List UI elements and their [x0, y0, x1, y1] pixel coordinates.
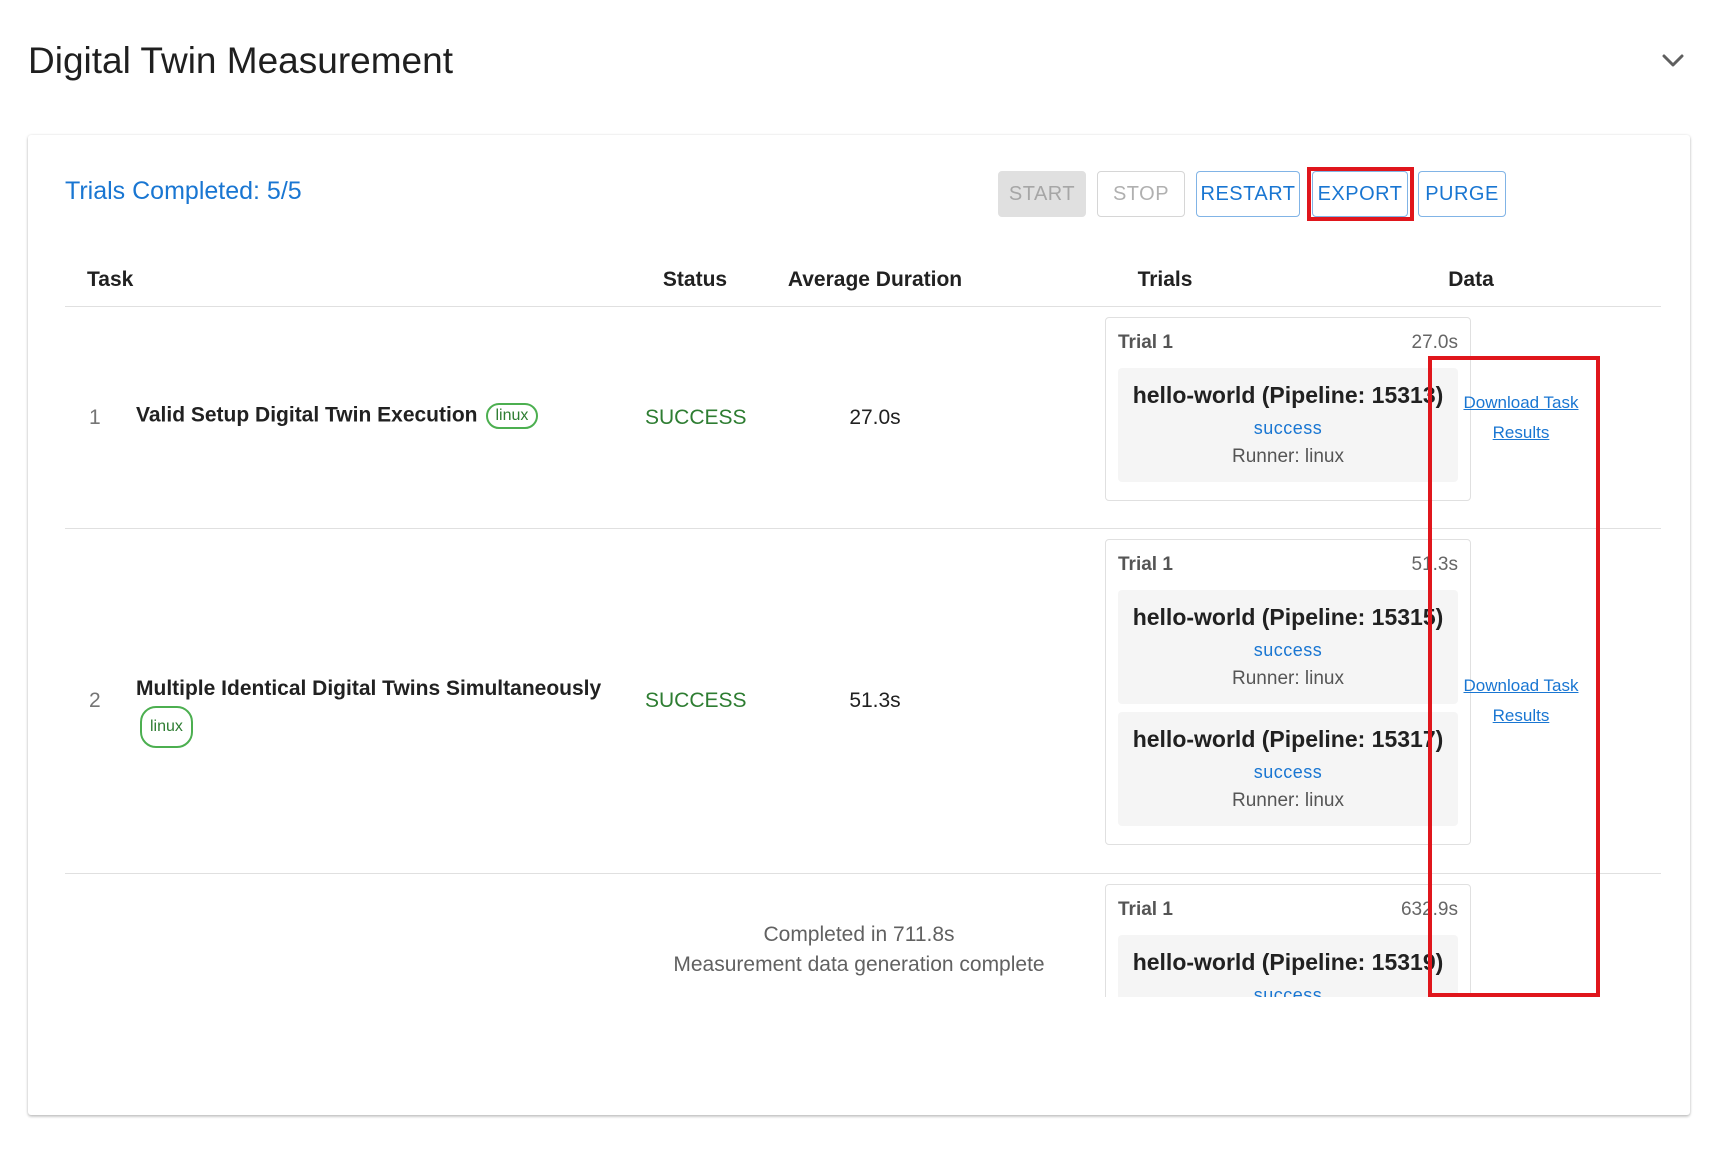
average-duration: 27.0s: [849, 406, 901, 429]
status-badge: SUCCESS: [645, 689, 747, 712]
trial-card: Trial 1 51.3s hello-world (Pipeline: 153…: [1105, 539, 1471, 845]
download-link-line1: Download Task: [1463, 676, 1579, 695]
row-index: 2: [89, 689, 101, 712]
stop-button[interactable]: STOP: [1097, 171, 1185, 217]
table-row: 1 Valid Setup Digital Twin Execution linu…: [65, 307, 1661, 529]
page-header: Digital Twin Measurement: [28, 38, 1688, 88]
row-index: 1: [89, 406, 101, 429]
trial-label: Trial 1: [1118, 554, 1173, 575]
pipeline-item: hello-world (Pipeline: 15313) success Ru…: [1118, 368, 1458, 482]
measurement-card: Trials Completed: 5/5 START STOP RESTART…: [28, 135, 1690, 1115]
completion-message: Measurement data generation complete: [673, 953, 1045, 976]
download-link-line1: Download Task: [1463, 393, 1579, 412]
pipeline-runner: Runner: linux: [1232, 668, 1344, 689]
pipeline-title: hello-world (Pipeline: 15313): [1132, 382, 1444, 408]
start-button[interactable]: START: [998, 171, 1086, 217]
pipeline-status: success: [1253, 985, 1323, 997]
download-link-line2: Results: [1492, 706, 1550, 725]
page-title: Digital Twin Measurement: [28, 40, 453, 81]
chevron-down-icon: [1662, 54, 1684, 67]
column-trials: Trials: [1137, 268, 1193, 291]
pipeline-status: success: [1253, 762, 1323, 782]
collapse-toggle[interactable]: [1658, 46, 1688, 76]
completed-time: Completed in 711.8s: [763, 923, 955, 946]
download-task-results-link[interactable]: Download Task Results: [1431, 388, 1611, 448]
runner-chip: linux: [140, 706, 193, 748]
purge-button[interactable]: PURGE: [1418, 171, 1506, 217]
trial-duration: 51.3s: [1411, 554, 1458, 575]
restart-button[interactable]: RESTART: [1196, 171, 1300, 217]
trial-header: Trial 1 51.3s: [1118, 554, 1458, 576]
average-duration: 51.3s: [849, 689, 901, 712]
status-badge: SUCCESS: [645, 406, 747, 429]
task-name-text: Valid Setup Digital Twin Execution: [136, 403, 478, 427]
runner-chip: linux: [485, 403, 539, 429]
download-link-line2: Results: [1492, 423, 1550, 442]
table-row: 2 Multiple Identical Digital Twins Simul…: [65, 529, 1661, 874]
trials-completed: Trials Completed: 5/5: [65, 177, 302, 205]
task-name: Multiple Identical Digital Twins Simulta…: [136, 672, 636, 748]
task-table-body[interactable]: 1 Valid Setup Digital Twin Execution linu…: [65, 307, 1661, 997]
table-header: Task Status Average Duration Trials Data: [65, 255, 1661, 307]
task-name-text: Multiple Identical Digital Twins Simulta…: [136, 677, 602, 700]
export-button[interactable]: EXPORT: [1312, 171, 1408, 217]
trial-card: Trial 1 27.0s hello-world (Pipeline: 153…: [1105, 317, 1471, 501]
column-status: Status: [662, 268, 728, 291]
pipeline-title: hello-world (Pipeline: 15317): [1132, 726, 1444, 752]
pipeline-runner: Runner: linux: [1232, 446, 1344, 467]
trial-header: Trial 1 27.0s: [1118, 332, 1458, 354]
task-name: Valid Setup Digital Twin Execution linux: [136, 403, 539, 429]
trial-duration: 632.9s: [1400, 899, 1458, 920]
pipeline-status: success: [1253, 640, 1323, 660]
trial-header: Trial 1 632.9s: [1118, 899, 1458, 921]
pipeline-status: success: [1253, 418, 1323, 438]
trial-duration: 27.0s: [1411, 332, 1458, 353]
pipeline-item: hello-world (Pipeline: 15317) success Ru…: [1118, 712, 1458, 826]
column-data: Data: [1448, 268, 1494, 291]
trial-label: Trial 1: [1118, 899, 1173, 920]
pipeline-title: hello-world (Pipeline: 15315): [1132, 604, 1444, 630]
column-task: Task: [87, 268, 134, 291]
trial-label: Trial 1: [1118, 332, 1173, 353]
pipeline-runner: Runner: linux: [1232, 790, 1344, 811]
download-task-results-link[interactable]: Download Task Results: [1431, 671, 1611, 731]
column-average-duration: Average Duration: [787, 268, 963, 291]
pipeline-item: hello-world (Pipeline: 15315) success Ru…: [1118, 590, 1458, 704]
